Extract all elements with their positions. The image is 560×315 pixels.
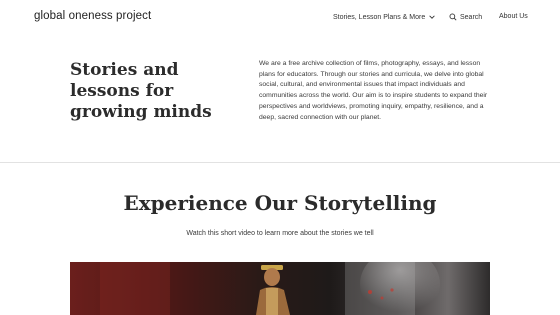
nav-stories-menu[interactable]: Stories, Lesson Plans & More [333, 13, 436, 21]
search-icon [449, 13, 457, 21]
storytelling-title: Experience Our Storytelling [123, 191, 437, 215]
video-thumbnail [70, 262, 490, 315]
chevron-down-icon [429, 15, 435, 19]
hero-title-line: growing minds [70, 102, 212, 122]
hero-title-line: lessons for [70, 81, 174, 101]
nav-search-button[interactable]: Search [449, 13, 482, 21]
nav-about-link[interactable]: About Us [499, 13, 528, 20]
hero-description: We are a free archive collection of film… [259, 60, 488, 121]
storytelling-video[interactable] [70, 262, 490, 315]
site-logo[interactable]: global oneness project [34, 10, 151, 22]
nav-search-label: Search [460, 13, 483, 21]
hero-title-line: Stories and [70, 60, 179, 80]
hero-title: Stories and lessons for growing minds [70, 60, 230, 123]
section-divider [0, 162, 560, 163]
nav-stories-label: Stories, Lesson Plans & More [333, 13, 426, 21]
site-header: global oneness project Stories, Lesson P… [0, 0, 560, 36]
nav-about-label: About Us [499, 13, 528, 20]
storytelling-subtitle: Watch this short video to learn more abo… [186, 230, 374, 237]
